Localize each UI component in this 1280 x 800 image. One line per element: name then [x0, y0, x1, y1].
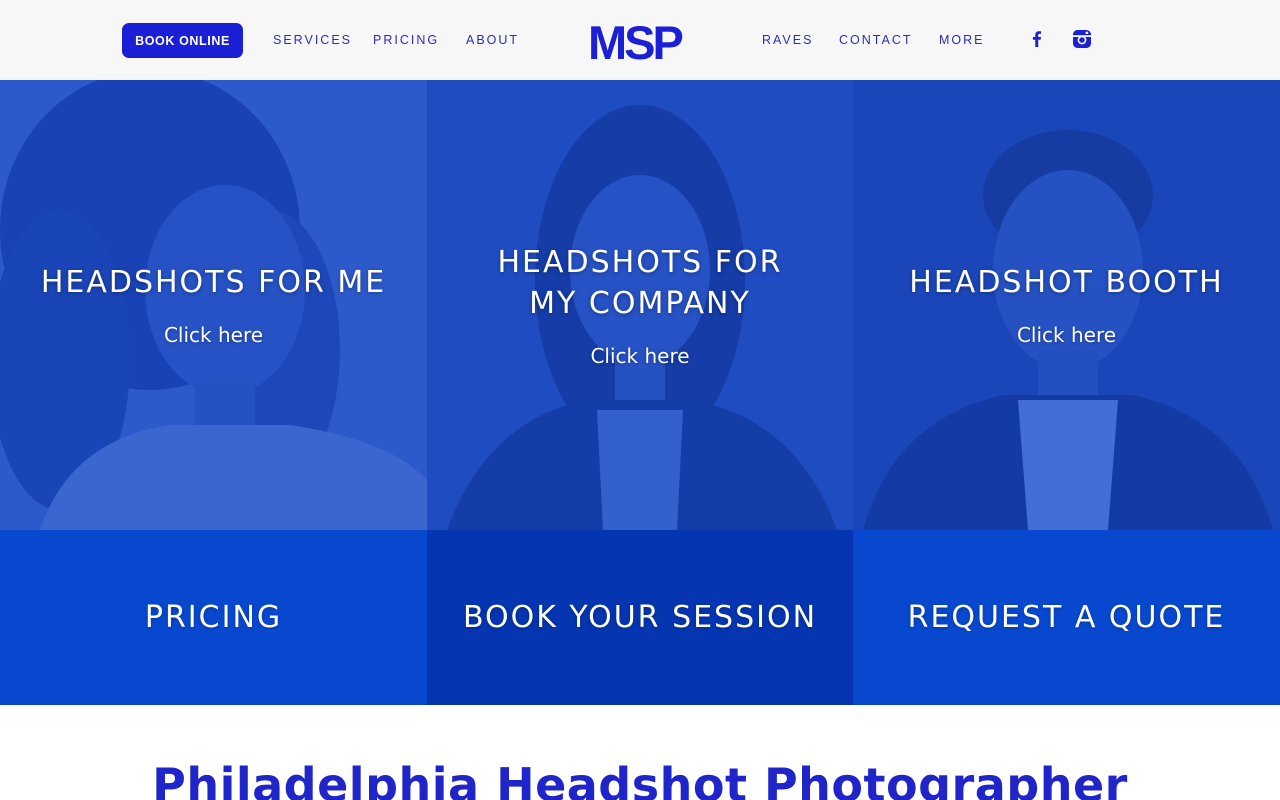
facebook-icon[interactable]	[1026, 28, 1048, 50]
nav-more[interactable]: MORE	[939, 33, 985, 47]
msp-logo[interactable]: MSP	[588, 16, 692, 64]
book-session-block[interactable]: BOOK YOUR SESSION	[427, 530, 853, 705]
tile-text: HEADSHOTS FOR MY COMPANY Click here	[427, 242, 853, 368]
pricing-block[interactable]: PRICING	[0, 530, 427, 705]
block-label: PRICING	[144, 600, 283, 635]
block-label: REQUEST A QUOTE	[907, 600, 1226, 635]
request-quote-block[interactable]: REQUEST A QUOTE	[853, 530, 1280, 705]
tile-text: HEADSHOTS FOR ME Click here	[0, 262, 427, 347]
tile-headshots-for-me[interactable]: HEADSHOTS FOR ME Click here	[0, 80, 427, 530]
tile-headshot-booth[interactable]: HEADSHOT BOOTH Click here	[853, 80, 1280, 530]
nav-about[interactable]: ABOUT	[466, 33, 519, 47]
site-header: BOOK ONLINE SERVICES PRICING ABOUT MSP R…	[0, 0, 1280, 80]
tile-click-here[interactable]: Click here	[0, 323, 427, 347]
book-online-button[interactable]: BOOK ONLINE	[122, 23, 243, 58]
tile-headshots-for-company[interactable]: HEADSHOTS FOR MY COMPANY Click here	[427, 80, 853, 530]
nav-pricing[interactable]: PRICING	[373, 33, 439, 47]
nav-services[interactable]: SERVICES	[273, 33, 352, 47]
block-label: BOOK YOUR SESSION	[462, 600, 818, 635]
tile-click-here[interactable]: Click here	[427, 344, 853, 368]
tile-title: HEADSHOTS FOR MY COMPANY	[497, 245, 783, 321]
nav-raves[interactable]: RAVES	[762, 33, 813, 47]
tile-click-here[interactable]: Click here	[853, 323, 1280, 347]
page-title: Philadelphia Headshot Photographer	[152, 758, 1128, 800]
logo-graphic: MSP	[588, 16, 686, 64]
logo-text: MSP	[588, 16, 683, 64]
tile-title: HEADSHOTS FOR ME	[40, 265, 387, 300]
instagram-icon[interactable]	[1071, 28, 1093, 50]
tile-title: HEADSHOT BOOTH	[909, 265, 1224, 300]
tile-text: HEADSHOT BOOTH Click here	[853, 262, 1280, 347]
nav-contact[interactable]: CONTACT	[839, 33, 913, 47]
